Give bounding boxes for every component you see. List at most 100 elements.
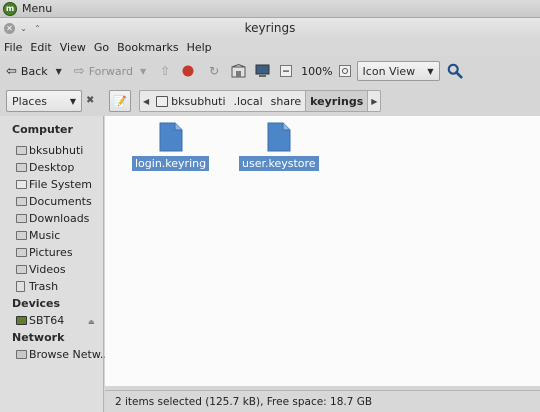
sidebar-section-network: Network (12, 331, 65, 344)
maximize-window-button[interactable]: ⌃ (32, 23, 43, 34)
reload-icon[interactable]: ↻ (206, 63, 222, 79)
status-text: 2 items selected (125.7 kB), Free space:… (115, 395, 373, 408)
close-window-button[interactable]: ✕ (4, 22, 15, 34)
stop-icon[interactable] (180, 63, 196, 79)
document-icon (267, 122, 291, 152)
view-mode-select[interactable]: Icon View ▼ (356, 61, 440, 81)
sidebar-item-sbt64[interactable]: SBT64 (16, 314, 64, 327)
sidebar: Computer bksubhuti Desktop File System D… (0, 116, 110, 410)
breadcrumb: ◀ bksubhuti .local share keyrings ▶ (139, 90, 382, 112)
back-arrow-icon: ⇦ (6, 63, 17, 79)
breadcrumb-item-local[interactable]: .local (230, 91, 267, 111)
sidebar-item-label: Documents (29, 195, 92, 208)
sidebar-item-label: SBT64 (29, 314, 65, 327)
file-item-login-keyring[interactable]: login.keyring (132, 122, 210, 171)
sidebar-mode-select[interactable]: Places ▼ (6, 90, 82, 112)
sidebar-item-label: bksubhuti (29, 144, 84, 157)
breadcrumb-item-share[interactable]: share (267, 91, 306, 111)
menu-button[interactable]: Menu (22, 2, 52, 15)
status-bar: 2 items selected (125.7 kB), Free space:… (105, 390, 540, 412)
sidebar-item-label: Desktop (29, 161, 75, 174)
folder-icon (16, 197, 27, 206)
location-bar: Places ▼ ✖ 📝 ◀ bksubhuti .local share ke… (0, 86, 540, 116)
zoom-level[interactable]: 100% (301, 65, 332, 78)
pencil-icon: 📝 (113, 94, 127, 108)
file-item-user-keystore[interactable]: user.keystore (239, 122, 319, 171)
folder-icon (16, 163, 27, 172)
sidebar-item-bksubhuti[interactable]: bksubhuti (16, 144, 83, 157)
breadcrumb-item-home[interactable]: bksubhuti (152, 91, 229, 111)
chevron-down-icon: ▼ (427, 66, 434, 76)
sidebar-item-pictures[interactable]: Pictures (16, 246, 73, 259)
minimize-window-button[interactable]: ⌄ (18, 23, 29, 34)
sidebar-item-downloads[interactable]: Downloads (16, 212, 89, 225)
menu-bookmarks[interactable]: Bookmarks (117, 41, 178, 54)
forward-label: Forward (88, 64, 133, 78)
home-icon[interactable] (230, 63, 246, 79)
breadcrumb-right-arrow-icon[interactable]: ▶ (368, 91, 380, 111)
file-view[interactable]: login.keyring user.keystore (105, 116, 540, 386)
up-icon[interactable]: ⇧ (157, 63, 173, 79)
sidebar-item-label: Videos (29, 263, 66, 276)
view-mode-label: Icon View (362, 64, 416, 78)
window-title: keyrings (244, 21, 296, 35)
top-panel: m Menu (0, 0, 540, 18)
sidebar-item-label: Trash (29, 280, 59, 293)
window-titlebar[interactable]: ✕ ⌄ ⌃ keyrings (0, 18, 540, 38)
sidebar-item-browse-network[interactable]: Browse Netw... (16, 348, 110, 361)
folder-icon (16, 265, 27, 274)
forward-history-dropdown-icon[interactable]: ▼ (140, 67, 146, 76)
zoom-out-icon[interactable] (278, 63, 294, 79)
folder-icon (16, 214, 27, 223)
menubar: File Edit View Go Bookmarks Help (0, 38, 540, 56)
zoom-in-icon[interactable] (337, 63, 353, 79)
menu-go[interactable]: Go (94, 41, 109, 54)
network-icon (16, 350, 27, 359)
forward-arrow-icon: ⇨ (73, 63, 85, 79)
sidebar-item-documents[interactable]: Documents (16, 195, 92, 208)
file-name-label: login.keyring (132, 156, 210, 171)
sidebar-item-trash[interactable]: Trash (16, 280, 58, 293)
toolbar: ⇦ Back ▼ ⇨ Forward ▼ ⇧ ↻ 100% Icon View … (0, 56, 540, 86)
back-label: Back (20, 64, 48, 78)
toggle-location-entry-button[interactable]: 📝 (109, 90, 131, 112)
sidebar-item-music[interactable]: Music (16, 229, 60, 242)
sidebar-section-computer: Computer (12, 123, 73, 136)
home-folder-icon (16, 146, 27, 155)
eject-icon[interactable]: ⏏ (88, 318, 95, 326)
sidebar-footer (0, 386, 104, 412)
home-folder-icon (156, 95, 169, 107)
file-name-label: user.keystore (239, 156, 319, 171)
breadcrumb-left-arrow-icon[interactable]: ◀ (140, 91, 152, 111)
menu-help[interactable]: Help (187, 41, 212, 54)
sidebar-item-file-system[interactable]: File System (16, 178, 92, 191)
menu-edit[interactable]: Edit (30, 41, 51, 54)
sidebar-item-label: Downloads (29, 212, 90, 225)
computer-icon[interactable] (254, 63, 270, 79)
forward-button[interactable]: ⇨ Forward (74, 64, 133, 79)
sidebar-item-label: Pictures (29, 246, 73, 259)
mint-menu-icon[interactable]: m (3, 1, 17, 16)
sidebar-item-desktop[interactable]: Desktop (16, 161, 74, 174)
back-button[interactable]: ⇦ Back (6, 64, 48, 79)
trash-icon (16, 281, 25, 292)
menu-view[interactable]: View (60, 41, 86, 54)
sidebar-item-label: Browse Netw... (29, 348, 111, 361)
chevron-down-icon: ▼ (69, 96, 76, 106)
document-icon (159, 122, 183, 152)
sidebar-item-label: Music (29, 229, 61, 242)
sidebar-item-videos[interactable]: Videos (16, 263, 66, 276)
sidebar-section-devices: Devices (12, 297, 61, 310)
menu-file[interactable]: File (4, 41, 22, 54)
folder-icon (16, 231, 27, 240)
search-icon[interactable] (447, 63, 463, 79)
sidebar-mode-label: Places (12, 94, 47, 108)
breadcrumb-label: bksubhuti (171, 94, 226, 108)
usb-drive-icon (16, 316, 27, 325)
back-history-dropdown-icon[interactable]: ▼ (56, 67, 62, 76)
close-sidebar-icon[interactable]: ✖ (86, 95, 94, 106)
drive-icon (16, 180, 27, 189)
sidebar-item-label: File System (29, 178, 92, 191)
breadcrumb-item-keyrings[interactable]: keyrings (305, 91, 369, 111)
folder-icon (16, 248, 27, 257)
